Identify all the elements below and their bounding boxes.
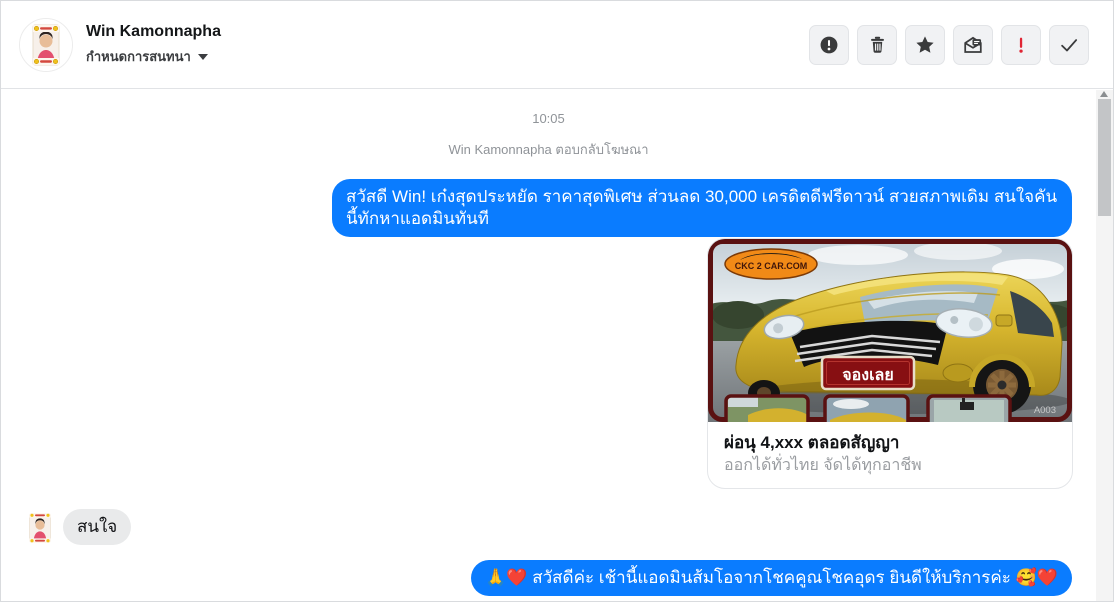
header-text: Win Kamonnapha กำหนดการสนทนา: [86, 22, 221, 67]
incoming-message-bubble: สนใจ: [63, 509, 132, 545]
schedule-conversation-label: กำหนดการสนทนา: [86, 49, 191, 64]
timestamp: 10:05: [532, 111, 565, 126]
scrollbar-thumb[interactable]: [1098, 99, 1111, 216]
check-icon: [1061, 38, 1078, 51]
red-exclamation-icon: [1019, 37, 1023, 53]
outgoing-message-bubble: 🙏❤️ สวัสดีค่ะ เช้านี้แอดมินส้มโอจากโชคคู…: [471, 560, 1072, 596]
car-listing-attachment-card[interactable]: จองเลย CKC 2 CAR.COM A003 ผ่อนุ 4,xxx ตล…: [707, 238, 1073, 489]
star-button[interactable]: [905, 24, 945, 65]
dealer-logo-text: CKC 2 CAR.COM: [735, 261, 808, 271]
conversation-actions: [809, 24, 1089, 65]
ad-reply-context-note: Win Kamonnapha ตอบกลับโฆษณา: [448, 142, 649, 157]
message-thread: 10:05 Win Kamonnapha ตอบกลับโฆษณา สวัสดี…: [1, 90, 1096, 601]
messenger-conversation-window: Win Kamonnapha กำหนดการสนทนา 10:05 Win K…: [0, 0, 1114, 602]
scroll-up-arrow-icon[interactable]: [1100, 91, 1108, 97]
booking-sign-text: จองเลย: [842, 367, 893, 384]
vertical-scrollbar[interactable]: [1096, 90, 1113, 601]
avatar-photo-icon: [20, 18, 72, 71]
outgoing-message-bubble: สวัสดี Win! เก๋งสุดประหยัด ราคาสุดพิเศษ …: [332, 179, 1072, 237]
avatar[interactable]: [29, 513, 51, 543]
conversation-header: Win Kamonnapha กำหนดการสนทนา: [1, 1, 1113, 89]
car-photo: จองเลย CKC 2 CAR.COM A003: [708, 239, 1072, 422]
exclamation-circle-icon: [820, 36, 838, 53]
delete-button[interactable]: [857, 24, 897, 65]
avatar-photo-icon: [29, 513, 51, 543]
report-button[interactable]: [809, 24, 849, 65]
incoming-message-row: สนใจ: [29, 509, 132, 545]
chevron-down-icon: [197, 53, 208, 60]
booking-sign: จองเลย: [820, 355, 916, 391]
star-icon: [916, 35, 934, 53]
envelope-chat-icon: [964, 36, 982, 53]
schedule-conversation-dropdown[interactable]: กำหนดการสนทนา: [86, 46, 221, 67]
photo-thumbnails: [724, 394, 1012, 422]
contact-name: Win Kamonnapha: [86, 23, 221, 40]
attachment-subtitle: ออกได้ทั่วไทย จัดได้ทุกอาชีพ: [724, 457, 922, 474]
attachment-title: ผ่อนุ 4,xxx ตลอดสัญญา: [724, 433, 900, 452]
avatar[interactable]: [19, 17, 73, 72]
photo-code-watermark: A003: [1034, 405, 1056, 416]
mark-done-button[interactable]: [1049, 24, 1089, 65]
mark-unread-button[interactable]: [953, 24, 993, 65]
dealer-logo: CKC 2 CAR.COM: [724, 248, 818, 280]
attachment-caption: ผ่อนุ 4,xxx ตลอดสัญญา ออกได้ทั่วไทย จัดไ…: [708, 422, 1072, 488]
flag-important-button[interactable]: [1001, 24, 1041, 65]
trash-icon: [870, 36, 884, 53]
